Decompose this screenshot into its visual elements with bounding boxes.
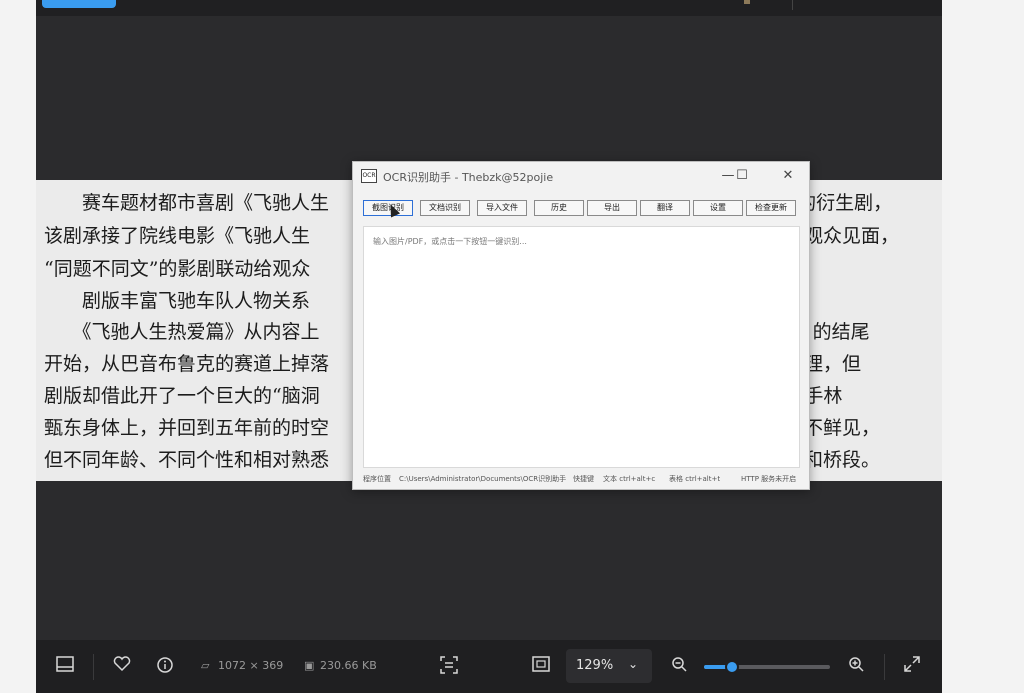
hotkey-text: 文本 ctrl+alt+c [603, 475, 656, 483]
maximize-icon[interactable]: ☐ [729, 166, 755, 186]
film-strip-icon[interactable] [56, 656, 74, 675]
zoom-level: 129% [576, 658, 614, 673]
viewer-bottom-bar: ▱ 1072 × 369 ▣ 230.66 KB 129% ⌄ [36, 640, 942, 693]
divider [93, 654, 94, 680]
info-icon[interactable] [156, 656, 174, 677]
file-size-icon: ▣ [304, 659, 315, 672]
hotkey-table: 表格 ctrl+alt+t [669, 475, 721, 483]
hotkeys-label: 快捷键 [573, 475, 594, 483]
translate-button[interactable]: 翻译 [640, 200, 690, 216]
path-value: C:\Users\Administrator\Documents\OCR识别助手 [399, 475, 567, 483]
check-update-button[interactable]: 检查更新 [746, 200, 796, 216]
export-button[interactable]: 导出 [587, 200, 637, 216]
ocr-status-bar: 程序位置 C:\Users\Administrator\Documents\OC… [363, 473, 800, 485]
path-label: 程序位置 [363, 475, 391, 483]
ocr-toolbar: 截图识别 文档识别 导入文件 历史 导出 翻译 设置 检查更新 [363, 200, 803, 218]
http-status: HTTP 服务未开启 [741, 475, 797, 483]
zoom-slider-thumb[interactable] [724, 660, 739, 674]
top-accent-button[interactable] [42, 0, 116, 8]
close-icon[interactable]: ✕ [775, 166, 801, 186]
heart-icon[interactable] [113, 656, 131, 675]
ocr-assistant-window: OCR OCR识别助手 - Thebzk@52pojie — ☐ ✕ 截图识别 … [352, 161, 810, 490]
ocr-app-icon: OCR [361, 169, 377, 183]
zoom-in-icon[interactable] [848, 656, 864, 675]
viewer-top-strip [36, 0, 942, 16]
top-mark [744, 0, 750, 4]
ocr-titlebar[interactable]: OCR OCR识别助手 - Thebzk@52pojie — ☐ ✕ [353, 162, 809, 190]
ocr-window-title: OCR识别助手 - Thebzk@52pojie [383, 171, 554, 184]
top-divider [792, 0, 793, 10]
import-file-button[interactable]: 导入文件 [477, 200, 527, 216]
fullscreen-icon[interactable] [904, 656, 920, 675]
document-ocr-button[interactable]: 文档识别 [420, 200, 470, 216]
zoom-select[interactable]: 129% ⌄ [566, 649, 652, 683]
settings-button[interactable]: 设置 [693, 200, 743, 216]
zoom-out-icon[interactable] [671, 656, 687, 675]
history-button[interactable]: 历史 [534, 200, 584, 216]
zoom-slider[interactable] [704, 660, 830, 674]
ocr-placeholder: 输入图片/PDF，或点击一下按钮一键识别... [373, 237, 527, 246]
chevron-down-icon: ⌄ [628, 657, 639, 671]
image-dimensions-icon: ▱ [201, 659, 210, 672]
image-dimensions: 1072 × 369 [218, 659, 284, 672]
divider [884, 654, 885, 680]
fit-screen-icon[interactable] [532, 656, 550, 675]
file-size: 230.66 KB [320, 659, 377, 672]
ocr-result-textarea[interactable]: 输入图片/PDF，或点击一下按钮一键识别... [363, 226, 800, 468]
ocr-scan-icon[interactable] [440, 656, 458, 677]
